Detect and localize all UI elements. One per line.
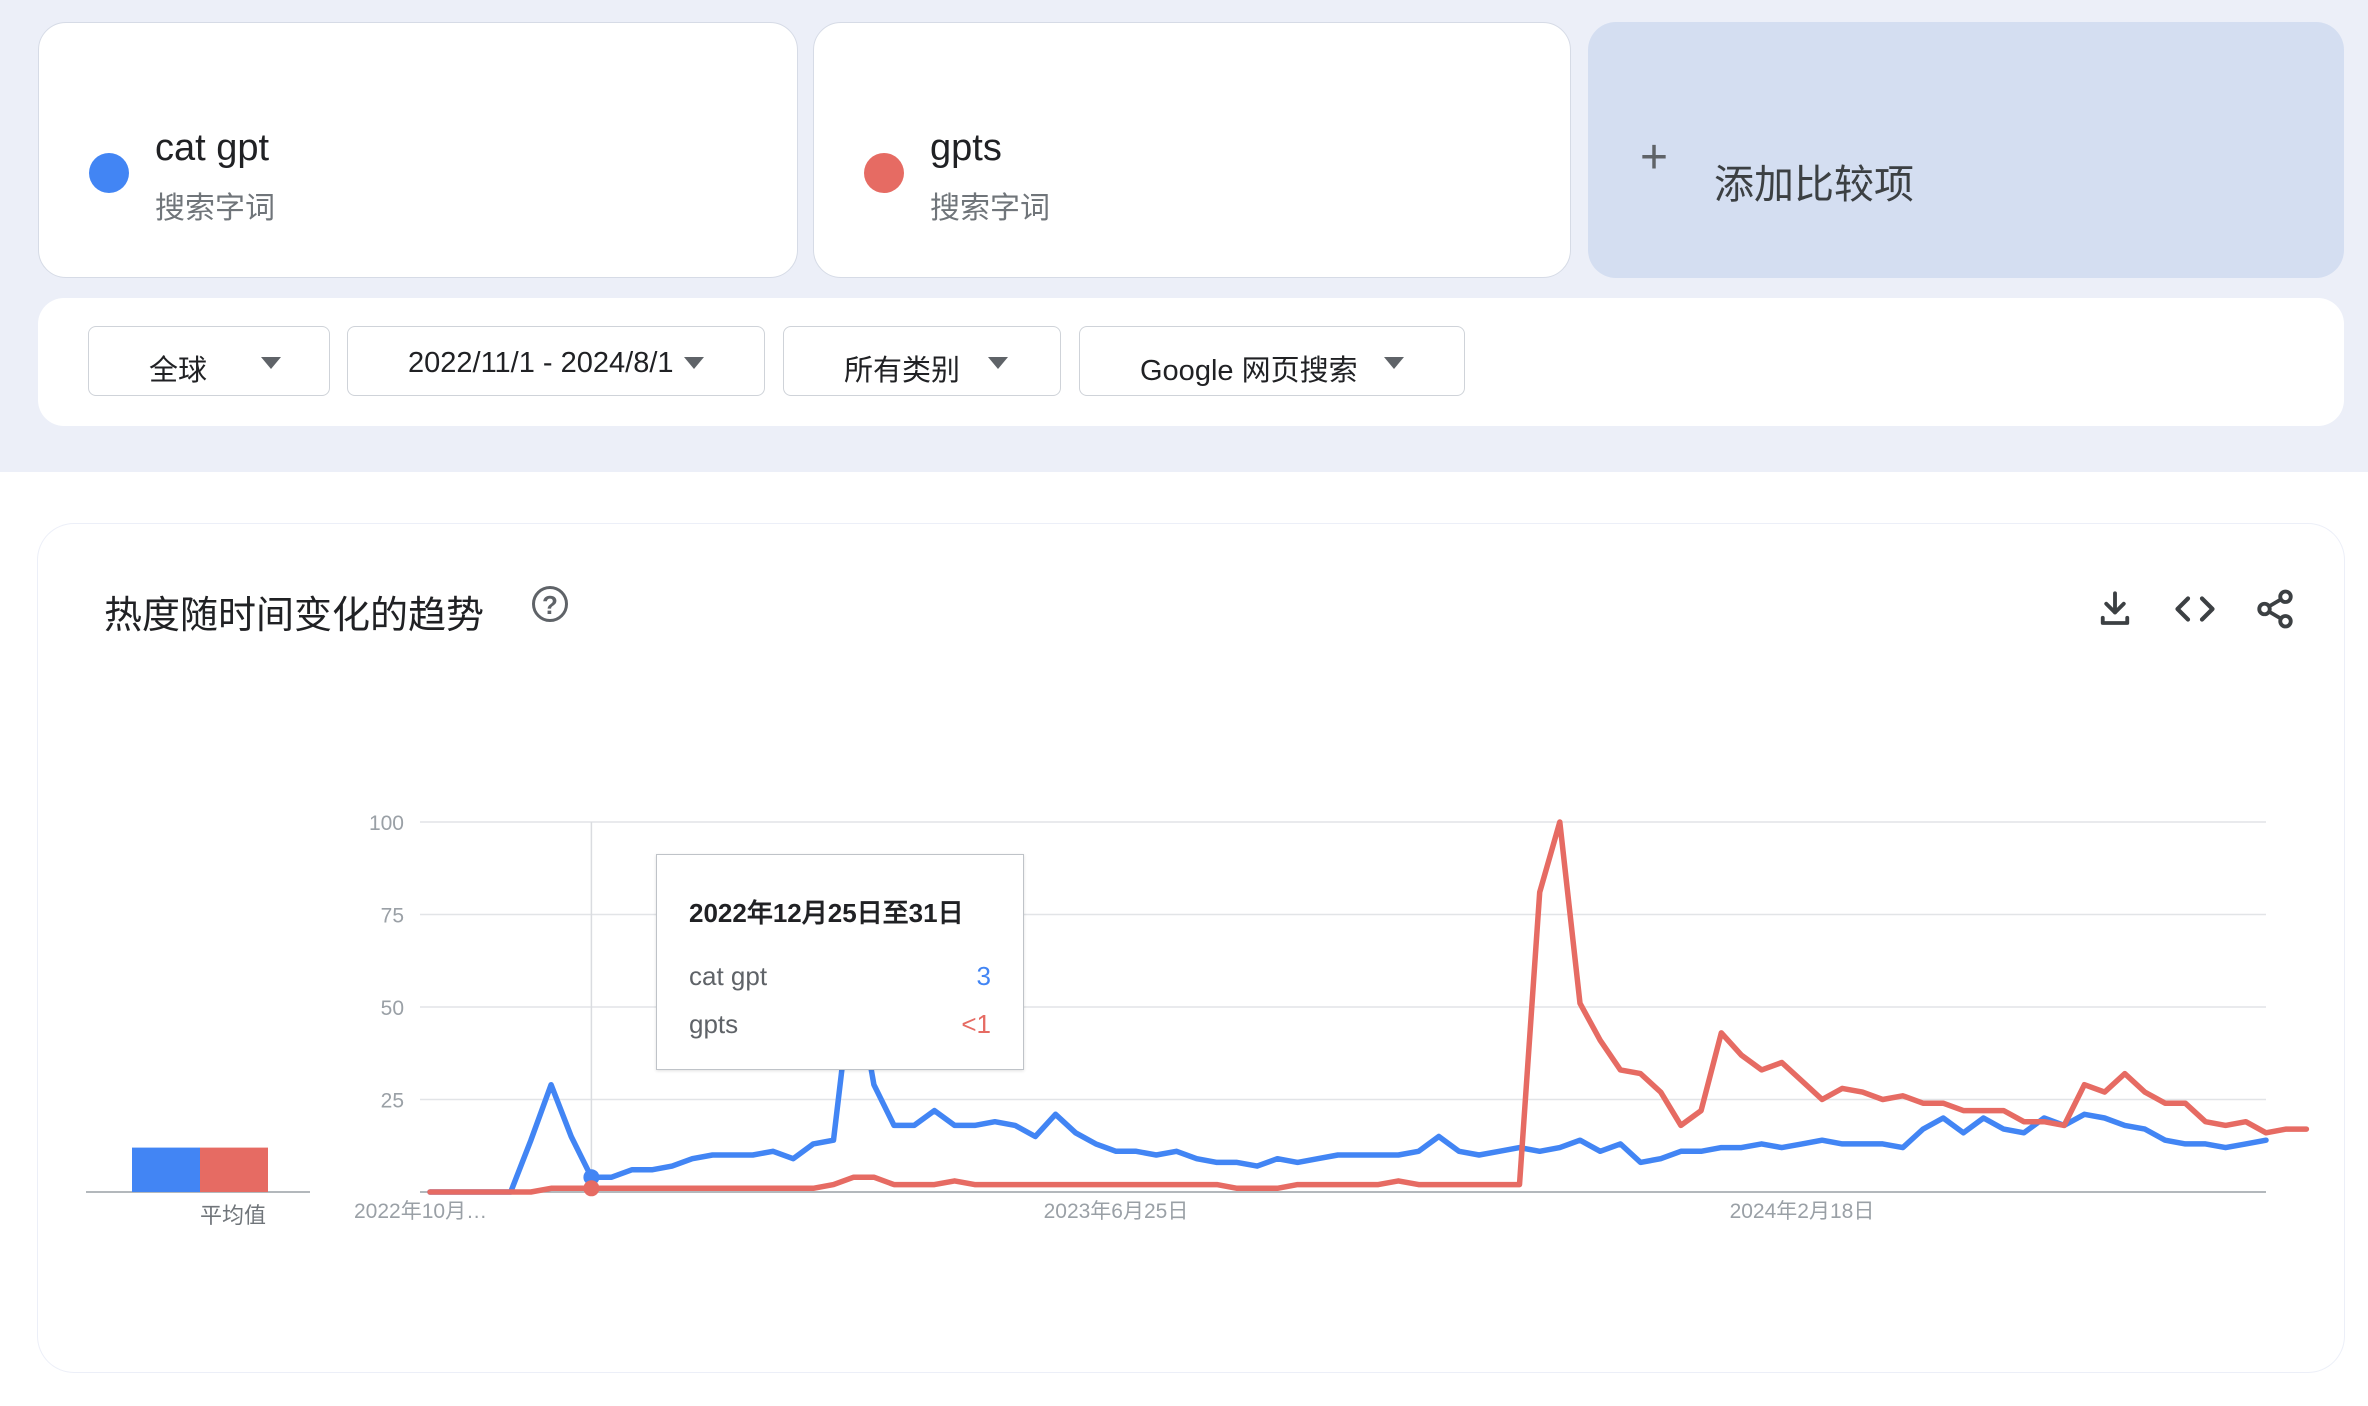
x-tick-label: 2024年2月18日 xyxy=(1730,1200,1875,1223)
search-type-dropdown[interactable]: Google 网页搜索 xyxy=(1079,326,1465,396)
region-dropdown[interactable]: 全球 xyxy=(88,326,330,396)
term-card-cat-gpt[interactable]: cat gpt 搜索字词 xyxy=(38,22,798,278)
chart-tooltip: 2022年12月25日至31日 cat gpt 3 gpts <1 xyxy=(656,854,1024,1070)
tooltip-term: gpts xyxy=(689,1009,739,1039)
average-bar xyxy=(200,1147,268,1192)
trend-chart-card: 热度随时间变化的趋势 ? 25 50 75 100 2022年10月… 2023年6月25… xyxy=(38,524,2344,1372)
y-tick-label: 100 xyxy=(369,812,404,835)
chevron-down-icon xyxy=(988,357,1008,369)
x-tick-label: 2022年10月… xyxy=(354,1200,487,1223)
term-card-gpts[interactable]: gpts 搜索字词 xyxy=(813,22,1571,278)
y-tick-label: 25 xyxy=(381,1090,404,1113)
add-comparison-button[interactable]: + 添加比较项 xyxy=(1588,22,2344,278)
y-tick-label: 75 xyxy=(381,905,404,928)
tooltip-date: 2022年12月25日至31日 xyxy=(689,898,964,928)
category-value: 所有类别 xyxy=(844,355,961,387)
search-type-value: Google 网页搜索 xyxy=(1140,355,1358,387)
tooltip-term: cat gpt xyxy=(689,961,768,991)
trend-line-chart[interactable]: 25 50 75 100 2022年10月… 2023年6月25日 2024年2月18日 xyxy=(38,524,2344,1372)
x-tick-label: 2023年6月25日 xyxy=(1044,1200,1189,1223)
chevron-down-icon xyxy=(1384,357,1404,369)
tooltip-value: <1 xyxy=(961,1009,991,1039)
add-comparison-label: 添加比较项 xyxy=(1714,163,1914,207)
term-name: gpts xyxy=(930,127,1002,169)
highlight-point xyxy=(583,1180,600,1197)
chevron-down-icon xyxy=(684,357,704,369)
average-bar xyxy=(132,1147,200,1192)
date-range-dropdown[interactable]: 2022/11/1 - 2024/8/1 xyxy=(347,326,765,396)
average-label: 平均值 xyxy=(200,1203,267,1228)
series-color-dot xyxy=(864,153,904,193)
date-range-value: 2022/11/1 - 2024/8/1 xyxy=(408,347,674,379)
term-type: 搜索字词 xyxy=(930,192,1050,225)
filter-bar: 全球 2022/11/1 - 2024/8/1 所有类别 Google 网页搜索 xyxy=(38,298,2344,426)
region-value: 全球 xyxy=(149,355,208,387)
plus-icon: + xyxy=(1640,131,1669,184)
chevron-down-icon xyxy=(261,357,281,369)
term-name: cat gpt xyxy=(155,127,270,169)
y-tick-label: 50 xyxy=(381,997,404,1020)
tooltip-value: 3 xyxy=(976,961,991,991)
series-color-dot xyxy=(89,153,129,193)
term-type: 搜索字词 xyxy=(155,192,275,225)
category-dropdown[interactable]: 所有类别 xyxy=(783,326,1061,396)
